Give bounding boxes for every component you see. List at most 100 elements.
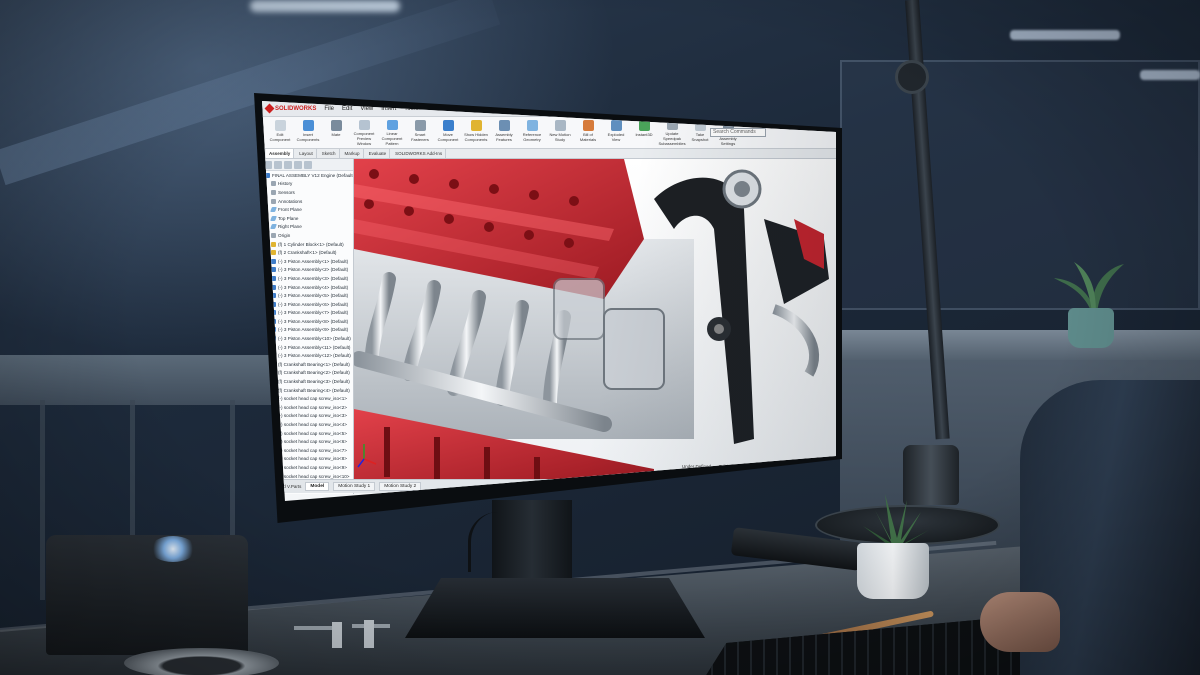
tree-item[interactable]: Front Plane (262, 205, 353, 214)
status-text: Self Hid V.Parts (270, 484, 302, 489)
ribbon-button[interactable]: New Motion Study (548, 120, 572, 146)
tree-item[interactable]: (-) 3 Piston Assembly<7> (Default) (262, 309, 353, 318)
ceiling-lamp (1010, 30, 1120, 40)
tree-item-label: (-) socket head cap screw_iso<2> (278, 404, 347, 410)
tree-item-label: (-) socket head cap screw_iso<8> (278, 456, 347, 462)
solidworks-logo-icon (264, 103, 275, 114)
ribbon-button-label: Show Hidden Components (464, 132, 488, 142)
skylight (250, 0, 400, 12)
tree-item[interactable]: (-) 3 Piston Assembly<3> (Default) (262, 274, 353, 283)
menu-file[interactable]: File (324, 106, 334, 112)
tree-item-label: (-) socket head cap screw_iso<10> (278, 473, 350, 479)
ribbon-button[interactable]: Update Speedpak Subassemblies (658, 120, 686, 146)
tree-item[interactable]: Top Plane (262, 214, 353, 223)
tab-sketch[interactable]: Sketch (319, 149, 340, 158)
tree-item-label: (-) 3 Piston Assembly<2> (Default) (278, 267, 349, 273)
ribbon-button[interactable]: Reference Geometry (520, 120, 544, 146)
tree-item-label: (-) 3 Piston Assembly<8> (Default) (278, 318, 349, 324)
tree-item[interactable]: FINAL ASSEMBLY V12 Engine (Default<Displ… (262, 171, 353, 180)
tree-item[interactable]: (-) 3 Piston Assembly<5> (Default) (262, 291, 353, 300)
ribbon-button[interactable]: Component Preview Window (352, 120, 376, 146)
ribbon-button-label: Smart Fasteners (411, 132, 429, 142)
tab-motion-study-2[interactable]: Motion Study 2 (379, 482, 422, 491)
tree-item-label: Front Plane (278, 207, 302, 213)
ribbon-command-icon (414, 120, 426, 131)
ribbon-command-icon (302, 120, 314, 131)
tree-item[interactable]: (-) 3 Piston Assembly<1> (Default) (262, 257, 353, 266)
tab-layout[interactable]: Layout (296, 149, 317, 158)
tree-item[interactable]: (-) 3 Piston Assembly<9> (Default) (262, 326, 353, 335)
ribbon-command-icon (442, 120, 454, 131)
speaker-light (150, 536, 196, 562)
ribbon-button-label: Move Component (437, 132, 459, 142)
monitor-cable (468, 512, 508, 572)
tree-item[interactable]: (-) 3 Piston Assembly<8> (Default) (262, 317, 353, 326)
ribbon-button[interactable]: Bill of Materials (576, 120, 600, 146)
ribbon-button[interactable]: Move Component (436, 120, 460, 146)
ribbon-button-label: New Motion Study (549, 132, 571, 142)
coolant-pipe (772, 304, 819, 377)
ribbon-button[interactable]: Smart Fasteners (408, 120, 432, 146)
tree-item[interactable]: (-) 3 Piston Assembly<4> (Default) (262, 283, 353, 292)
ribbon-button[interactable]: Mate (324, 120, 348, 146)
ribbon-button-label: Take Snapshot (691, 132, 709, 142)
ribbon-button[interactable]: Linear Component Pattern (380, 120, 404, 146)
tree-item-label: (-) 3 Piston Assembly<9> (Default) (278, 327, 349, 333)
search-commands-input[interactable]: Search Commands (710, 128, 766, 137)
ribbon-button[interactable]: Show Hidden Components (464, 120, 488, 146)
ribbon-button[interactable]: Exploded View (604, 120, 628, 146)
tree-item-label: (-) 3 Piston Assembly<7> (Default) (278, 310, 349, 316)
ribbon-command-icon (498, 120, 510, 131)
ribbon-command-icon (554, 120, 566, 131)
folder-icon (271, 198, 276, 204)
tree-item-label: (-) 3 Piston Assembly<1> (Default) (278, 258, 349, 264)
ribbon-command-icon (610, 120, 622, 131)
tree-item[interactable]: (f) 1 Cylinder Block<1> (Default) (262, 240, 353, 249)
tree-item-label: (-) 3 Piston Assembly<5> (Default) (278, 293, 349, 299)
tree-item[interactable]: (f) 2 Crankshaft<1> (Default) (262, 248, 353, 257)
metal-ring (124, 648, 279, 675)
ribbon-button[interactable]: Assembly Features (492, 120, 516, 146)
ribbon-command-icon (358, 120, 370, 130)
tree-item[interactable]: (-) 3 Piston Assembly<2> (Default) (262, 266, 353, 275)
tab-markup[interactable]: Markup (342, 149, 364, 158)
tree-item[interactable]: Sensors (262, 188, 353, 197)
menu-edit[interactable]: Edit (342, 106, 352, 112)
property-manager-icon[interactable] (274, 161, 282, 169)
tree-item-label: Right Plane (278, 224, 302, 230)
tree-item[interactable]: Origin (262, 231, 353, 240)
tree-item-label: (f) 1 Cylinder Block<1> (Default) (278, 241, 344, 247)
tree-item[interactable]: Right Plane (262, 223, 353, 232)
ribbon-button-label: Component Preview Window (353, 131, 375, 146)
tree-item-label: (-) socket head cap screw_iso<6> (278, 439, 347, 445)
ribbon-button[interactable]: Insert Components (296, 120, 320, 146)
display-manager-icon[interactable] (304, 161, 312, 169)
ribbon-command-icon (330, 120, 342, 131)
ribbon-button-label: Insert Components (296, 132, 320, 142)
tree-item-label: FINAL ASSEMBLY V12 Engine (Default<Displ… (272, 172, 353, 178)
monitor-stand-base (405, 578, 705, 638)
tab-motion-study-1[interactable]: Motion Study 1 (333, 482, 376, 491)
asm-icon (271, 258, 276, 264)
ribbon-button-label: Reference Geometry (522, 132, 542, 142)
ribbon-button-label: Exploded View (607, 132, 625, 142)
engine-model-3d (354, 159, 829, 479)
desk-lamp-joint (895, 60, 929, 94)
tree-item-label: (f) Crankshaft Bearing<3> (Default) (278, 379, 350, 385)
tree-item-label: (-) 3 Piston Assembly<12> (Default) (278, 353, 351, 359)
plane-icon (270, 224, 277, 230)
tree-item[interactable]: History (262, 180, 353, 189)
dimxpert-icon[interactable] (294, 161, 302, 169)
ribbon-button[interactable]: Instant3D (632, 120, 656, 146)
tree-item[interactable]: (-) 3 Piston Assembly<6> (Default) (262, 300, 353, 309)
tree-item[interactable]: Annotations (262, 197, 353, 206)
tab-assembly[interactable]: Assembly (266, 149, 295, 158)
tab-evaluate[interactable]: Evaluate (366, 149, 391, 158)
ribbon-button[interactable]: Edit Component (268, 120, 292, 146)
tab-model[interactable]: Model (305, 482, 330, 491)
graphics-viewport[interactable] (354, 159, 836, 479)
tree-item-label: (-) socket head cap screw_iso<5> (278, 430, 347, 436)
configuration-icon[interactable] (284, 161, 292, 169)
tab-solidworks-add-ins[interactable]: SOLIDWORKS Add-Ins (392, 149, 447, 158)
ribbon-command-icon (386, 120, 398, 130)
